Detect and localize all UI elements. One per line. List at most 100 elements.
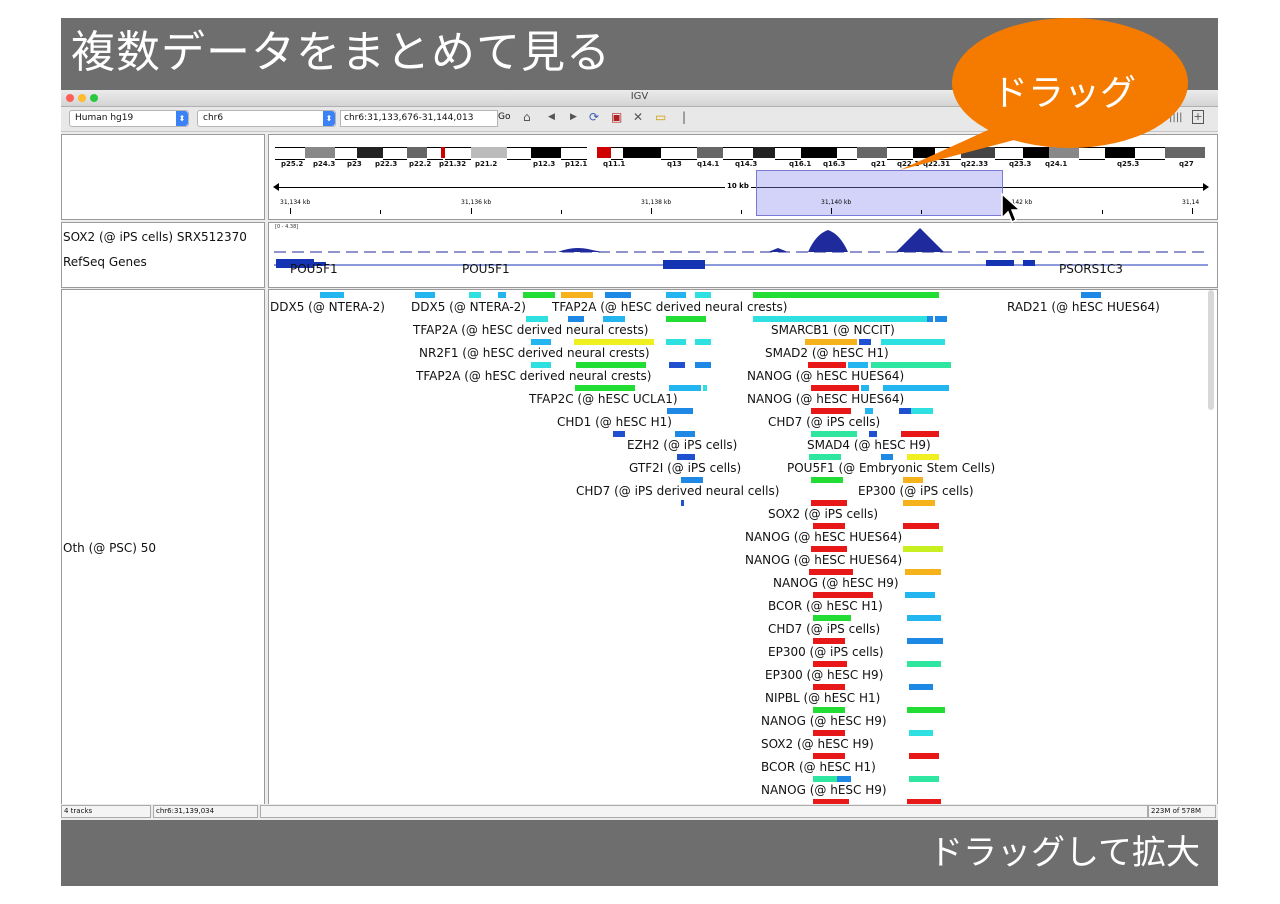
peak-feature[interactable] (905, 592, 935, 598)
peak-feature[interactable] (574, 339, 654, 345)
peak-label[interactable]: NANOG (@ hESC HUES64) (747, 369, 904, 383)
peak-feature[interactable] (526, 316, 548, 322)
peak-feature[interactable] (811, 500, 847, 506)
peak-feature[interactable] (613, 431, 625, 437)
peak-feature[interactable] (677, 454, 695, 460)
peak-feature[interactable] (531, 362, 551, 368)
peak-feature[interactable] (848, 362, 868, 368)
peak-label[interactable]: GTF2I (@ iPS cells) (629, 461, 741, 475)
peak-label[interactable]: CHD7 (@ iPS cells) (768, 415, 880, 429)
back-icon[interactable]: ◀ (548, 112, 555, 122)
refresh-icon[interactable]: ⟳ (589, 110, 599, 124)
peak-label[interactable]: POU5F1 (@ Embryonic Stem Cells) (787, 461, 995, 475)
peak-feature[interactable] (903, 500, 935, 506)
peak-feature[interactable] (695, 339, 711, 345)
peak-feature[interactable] (813, 707, 845, 713)
peak-label[interactable]: TFAP2C (@ hESC UCLA1) (529, 392, 678, 406)
feature-scrollbar[interactable] (1208, 290, 1214, 410)
peak-label[interactable]: NANOG (@ hESC H9) (761, 783, 887, 797)
home-icon[interactable]: ⌂ (523, 110, 531, 124)
peak-feature[interactable] (1081, 292, 1101, 298)
peak-label[interactable]: BCOR (@ hESC H1) (761, 760, 876, 774)
peak-feature[interactable] (568, 316, 584, 322)
peak-feature[interactable] (753, 292, 939, 298)
peak-feature[interactable] (809, 569, 853, 575)
peak-label[interactable]: EP300 (@ iPS cells) (858, 484, 974, 498)
peak-feature[interactable] (811, 546, 847, 552)
peak-feature[interactable] (695, 292, 711, 298)
peak-label[interactable]: NIPBL (@ hESC H1) (765, 691, 880, 705)
peak-feature[interactable] (703, 385, 707, 391)
peak-feature[interactable] (861, 385, 869, 391)
peak-feature[interactable] (907, 615, 941, 621)
peak-feature[interactable] (675, 431, 695, 437)
peak-feature[interactable] (523, 292, 555, 298)
peak-feature[interactable] (666, 316, 706, 322)
peak-feature[interactable] (813, 523, 845, 529)
peak-label[interactable]: RAD21 (@ hESC HUES64) (1007, 300, 1160, 314)
peak-feature[interactable] (415, 292, 435, 298)
peak-feature[interactable] (907, 661, 941, 667)
peak-feature[interactable] (881, 339, 945, 345)
peak-feature[interactable] (576, 362, 646, 368)
peak-feature[interactable] (667, 408, 693, 414)
peak-feature[interactable] (531, 339, 551, 345)
peak-feature[interactable] (695, 362, 711, 368)
peak-feature[interactable] (666, 339, 686, 345)
peak-feature[interactable] (901, 431, 939, 437)
peak-feature[interactable] (907, 454, 939, 460)
peak-label[interactable]: SMARCB1 (@ NCCIT) (771, 323, 895, 337)
peak-label[interactable]: TFAP2A (@ hESC derived neural crests) (413, 323, 648, 337)
peak-feature[interactable] (909, 730, 933, 736)
peak-label[interactable]: CHD7 (@ iPS derived neural cells) (576, 484, 779, 498)
peak-feature[interactable] (813, 684, 845, 690)
drag-selection[interactable] (756, 170, 1003, 216)
peak-label[interactable]: SOX2 (@ hESC H9) (761, 737, 874, 751)
peak-feature[interactable] (320, 292, 344, 298)
peak-label[interactable]: EP300 (@ hESC H9) (765, 668, 883, 682)
resize-icon[interactable]: ✕ (633, 110, 643, 124)
genome-select[interactable]: Human hg19 ⬍ (69, 110, 189, 127)
peak-feature[interactable] (813, 592, 873, 598)
go-button[interactable]: Go (498, 112, 510, 122)
peak-label[interactable]: TFAP2A (@ hESC derived neural crests) (552, 300, 787, 314)
peak-feature[interactable] (813, 638, 845, 644)
peak-label[interactable]: NANOG (@ hESC H9) (773, 576, 899, 590)
peak-feature[interactable] (813, 753, 845, 759)
sox2-coverage-track[interactable] (268, 222, 1216, 286)
peak-label[interactable]: DDX5 (@ NTERA-2) (411, 300, 526, 314)
locus-input[interactable]: chr6:31,133,676-31,144,013 (340, 110, 498, 127)
peak-label[interactable]: SMAD4 (@ hESC H9) (807, 438, 931, 452)
peak-feature[interactable] (813, 661, 847, 667)
peak-feature[interactable] (903, 477, 923, 483)
peak-feature[interactable] (869, 431, 877, 437)
peak-feature[interactable] (811, 385, 859, 391)
peak-feature[interactable] (669, 385, 701, 391)
peak-feature[interactable] (681, 477, 703, 483)
peak-label[interactable]: NANOG (@ hESC HUES64) (747, 392, 904, 406)
peak-feature[interactable] (907, 638, 943, 644)
track-label-sox2[interactable]: SOX2 (@ iPS cells) SRX512370 (63, 230, 247, 244)
peak-feature[interactable] (909, 684, 933, 690)
chromosome-select[interactable]: chr6 ⬍ (197, 110, 336, 127)
forward-icon[interactable]: ▶ (570, 112, 577, 122)
peak-label[interactable]: CHD1 (@ hESC H1) (557, 415, 672, 429)
peak-feature[interactable] (859, 339, 871, 345)
peak-feature[interactable] (909, 776, 939, 782)
peak-feature[interactable] (837, 776, 851, 782)
peak-label[interactable]: DDX5 (@ NTERA-2) (270, 300, 385, 314)
peak-feature[interactable] (907, 707, 945, 713)
peak-feature[interactable] (871, 362, 951, 368)
peak-feature[interactable] (905, 569, 941, 575)
peak-feature[interactable] (935, 316, 947, 322)
peak-feature[interactable] (809, 454, 841, 460)
peak-feature[interactable] (811, 431, 857, 437)
peak-feature[interactable] (469, 292, 481, 298)
peak-feature[interactable] (498, 292, 506, 298)
peak-feature[interactable] (899, 408, 911, 414)
peak-feature[interactable] (811, 408, 851, 414)
popup-info-icon[interactable]: ▭ (655, 110, 666, 124)
peak-label[interactable]: EZH2 (@ iPS cells) (627, 438, 737, 452)
peak-feature[interactable] (669, 362, 685, 368)
peak-label[interactable]: NANOG (@ hESC HUES64) (745, 553, 902, 567)
